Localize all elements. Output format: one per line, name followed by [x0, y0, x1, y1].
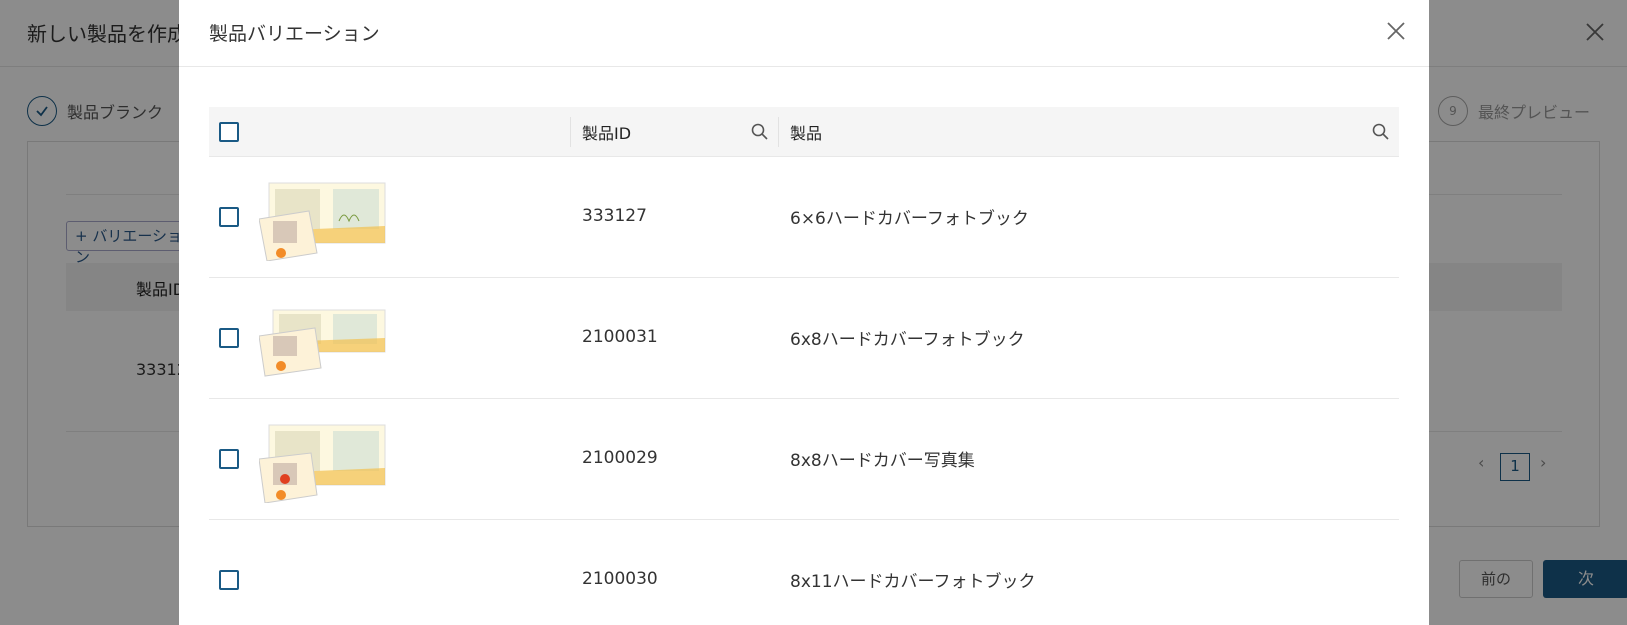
search-icon[interactable]: [750, 122, 770, 142]
product-id: 2100029: [582, 448, 658, 468]
product-name: 8x8ハードカバー写真集: [790, 451, 975, 471]
table-header: 製品ID 製品: [209, 107, 1399, 157]
close-icon[interactable]: [1382, 17, 1410, 45]
column-product: 製品: [790, 124, 823, 143]
photobook-thumbnail: [259, 182, 386, 261]
column-product-id: 製品ID: [582, 124, 632, 143]
row-checkbox[interactable]: [219, 207, 239, 227]
search-icon[interactable]: [1371, 122, 1391, 142]
table-row[interactable]: 2100029 8x8ハードカバー写真集: [209, 399, 1399, 520]
divider: [570, 117, 571, 147]
table-row[interactable]: 2100030 8x11ハードカバーフォトブック: [209, 520, 1399, 625]
row-checkbox[interactable]: [219, 570, 239, 590]
select-all-checkbox[interactable]: [219, 122, 239, 142]
product-id: 2100030: [582, 569, 658, 589]
modal-header: 製品バリエーション: [179, 0, 1429, 67]
table-row[interactable]: 333127 6×6ハードカバーフォトブック: [209, 157, 1399, 278]
product-id: 2100031: [582, 327, 658, 347]
divider: [778, 117, 779, 147]
modal-title: 製品バリエーション: [209, 23, 380, 45]
row-checkbox[interactable]: [219, 328, 239, 348]
variation-table: 製品ID 製品 333127 6×6ハードカバーフォトブック 2100031 6…: [209, 107, 1399, 625]
product-variation-modal: 製品バリエーション 製品ID 製品 333127 6×6ハードカバーフォトブック…: [179, 0, 1429, 625]
product-name: 6x8ハードカバーフォトブック: [790, 330, 1025, 350]
product-name: 8x11ハードカバーフォトブック: [790, 572, 1036, 592]
table-row[interactable]: 2100031 6x8ハードカバーフォトブック: [209, 278, 1399, 399]
row-checkbox[interactable]: [219, 449, 239, 469]
photobook-thumbnail: [259, 309, 386, 377]
photobook-thumbnail: [259, 424, 386, 503]
product-id: 333127: [582, 206, 647, 226]
product-name: 6×6ハードカバーフォトブック: [790, 209, 1029, 229]
